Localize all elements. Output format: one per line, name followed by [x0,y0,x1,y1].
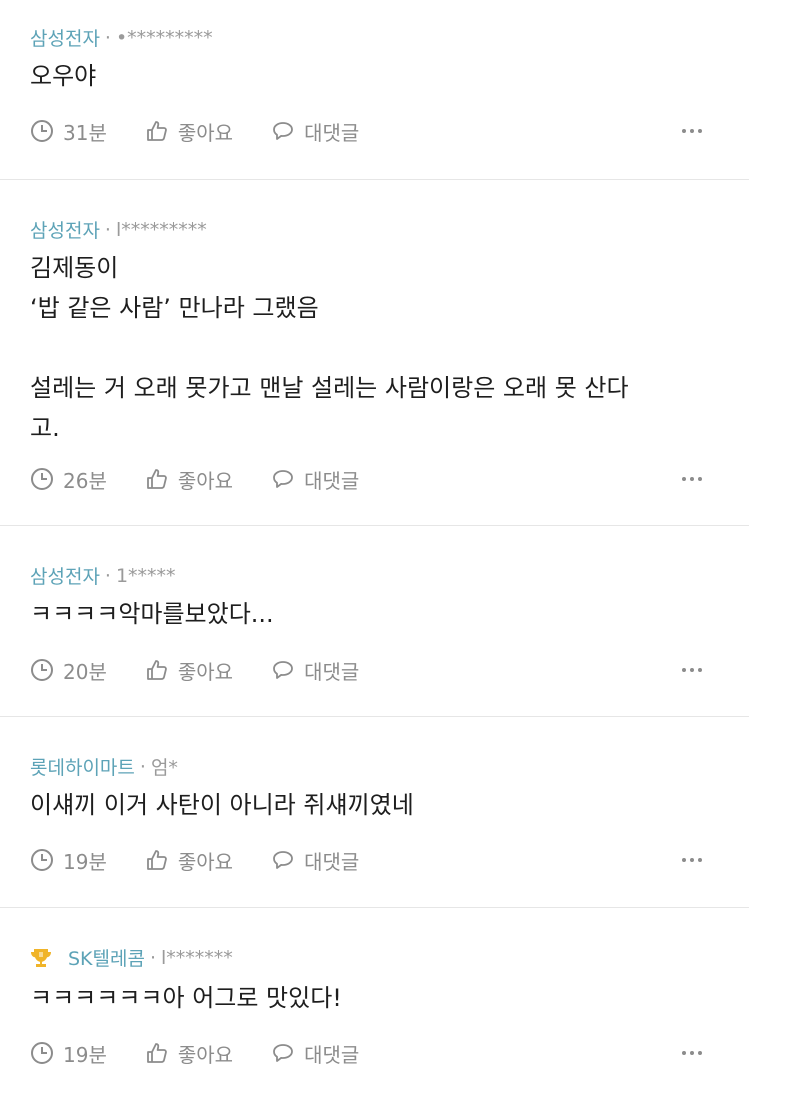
like-label: 좋아요 [177,659,234,684]
time-stamp: 31분 [30,117,107,146]
comment-text: 이섀끼 이거 사탄이 아니라 쥐섀끼였네 [30,791,414,819]
comment-meta: SK텔레콤 · l******* [30,944,233,971]
more-icon [682,477,702,481]
time-label: 31분 [63,120,107,145]
speech-bubble-icon [273,122,293,140]
more-icon [682,1051,702,1055]
comment-meta: 롯데하이마트 · 엄* [30,753,178,780]
comment-item: 삼성전자 · l********* 김제동이 ‘밥 같은 사람’ 만나라 그랬음… [0,180,749,526]
like-label: 좋아요 [177,120,234,145]
comment-actions: 19분 좋아요 대댓글 [30,1038,749,1068]
like-label: 좋아요 [177,1042,234,1067]
comment-actions: 19분 좋아요 대댓글 [30,845,749,875]
meta-separator: · [149,946,157,969]
comment-item: 삼성전자 · 1***** ㅋㅋㅋㅋ악마를보았다... 20분 좋아요 대댓글 [0,526,749,717]
reply-button[interactable]: 대댓글 [271,465,359,494]
speech-bubble-icon [273,661,293,679]
more-options-button[interactable] [681,845,703,875]
speech-bubble-icon [273,470,293,488]
more-icon [682,668,702,672]
comment-item: 삼성전자 · •********* 오우야 31분 좋아요 대댓글 [0,0,749,180]
comment-item: 롯데하이마트 · 엄* 이섀끼 이거 사탄이 아니라 쥐섀끼였네 19분 좋아요… [0,717,749,908]
like-button[interactable]: 좋아요 [145,1039,233,1068]
comment-meta: 삼성전자 · •********* [30,24,213,51]
company-name[interactable]: 롯데하이마트 [30,753,135,780]
reply-label: 대댓글 [304,468,360,493]
thumbs-up-icon [146,850,167,870]
comment-text: ㅋㅋㅋㅋㅋㅋ아 어그로 맛있다! [30,984,342,1012]
meta-separator: · [104,564,111,587]
like-button[interactable]: 좋아요 [145,846,233,875]
reply-button[interactable]: 대댓글 [271,656,359,685]
meta-separator: · [104,218,111,241]
clock-icon [31,468,53,490]
time-label: 26분 [63,468,107,493]
time-stamp: 19분 [30,846,107,875]
reply-button[interactable]: 대댓글 [271,1039,359,1068]
more-icon [682,129,702,133]
company-name[interactable]: 삼성전자 [30,24,100,51]
company-name[interactable]: SK텔레콤 [68,944,145,971]
clock-icon [31,849,53,871]
reply-button[interactable]: 대댓글 [271,846,359,875]
clock-icon [31,659,53,681]
like-button[interactable]: 좋아요 [145,117,233,146]
author-name: l******* [161,946,233,969]
reply-label: 대댓글 [304,849,360,874]
reply-button[interactable]: 대댓글 [271,117,359,146]
time-stamp: 20분 [30,656,107,685]
more-options-button[interactable] [681,1038,703,1068]
more-options-button[interactable] [681,464,703,494]
meta-separator: · [104,26,111,49]
clock-icon [31,120,53,142]
comment-text: 오우야 [30,62,97,90]
reply-label: 대댓글 [304,1042,360,1067]
more-options-button[interactable] [681,655,703,685]
comment-actions: 31분 좋아요 대댓글 [30,116,749,146]
reply-label: 대댓글 [304,120,360,145]
time-label: 19분 [63,1042,107,1067]
speech-bubble-icon [273,1044,293,1062]
time-stamp: 19분 [30,1039,107,1068]
author-name: •********* [115,26,213,49]
time-label: 20분 [63,659,107,684]
thumbs-up-icon [146,660,167,680]
author-name: 1***** [115,564,176,587]
comment-item: SK텔레콤 · l******* ㅋㅋㅋㅋㅋㅋ아 어그로 맛있다! 19분 좋아… [0,908,749,1097]
thumbs-up-icon [146,1043,167,1063]
author-name: l********* [115,218,207,241]
like-label: 좋아요 [177,468,234,493]
comment-meta: 삼성전자 · 1***** [30,562,176,589]
time-stamp: 26분 [30,465,107,494]
trophy-icon [31,948,51,967]
speech-bubble-icon [273,851,293,869]
comment-actions: 20분 좋아요 대댓글 [30,655,749,685]
company-name[interactable]: 삼성전자 [30,216,100,243]
comment-actions: 26분 좋아요 대댓글 [30,464,749,494]
thumbs-up-icon [146,121,167,141]
comment-text: ㅋㅋㅋㅋ악마를보았다... [30,600,274,628]
thumbs-up-icon [146,469,167,489]
more-options-button[interactable] [681,116,703,146]
meta-separator: · [139,755,146,778]
clock-icon [31,1042,53,1064]
time-label: 19분 [63,849,107,874]
comment-text: 김제동이 ‘밥 같은 사람’ 만나라 그랬음 설레는 거 오래 못가고 맨날 설… [30,254,629,442]
like-button[interactable]: 좋아요 [145,465,233,494]
company-name[interactable]: 삼성전자 [30,562,100,589]
reply-label: 대댓글 [304,659,360,684]
like-label: 좋아요 [177,849,234,874]
like-button[interactable]: 좋아요 [145,656,233,685]
author-name: 엄* [150,757,178,779]
comment-meta: 삼성전자 · l********* [30,216,207,243]
more-icon [682,858,702,862]
